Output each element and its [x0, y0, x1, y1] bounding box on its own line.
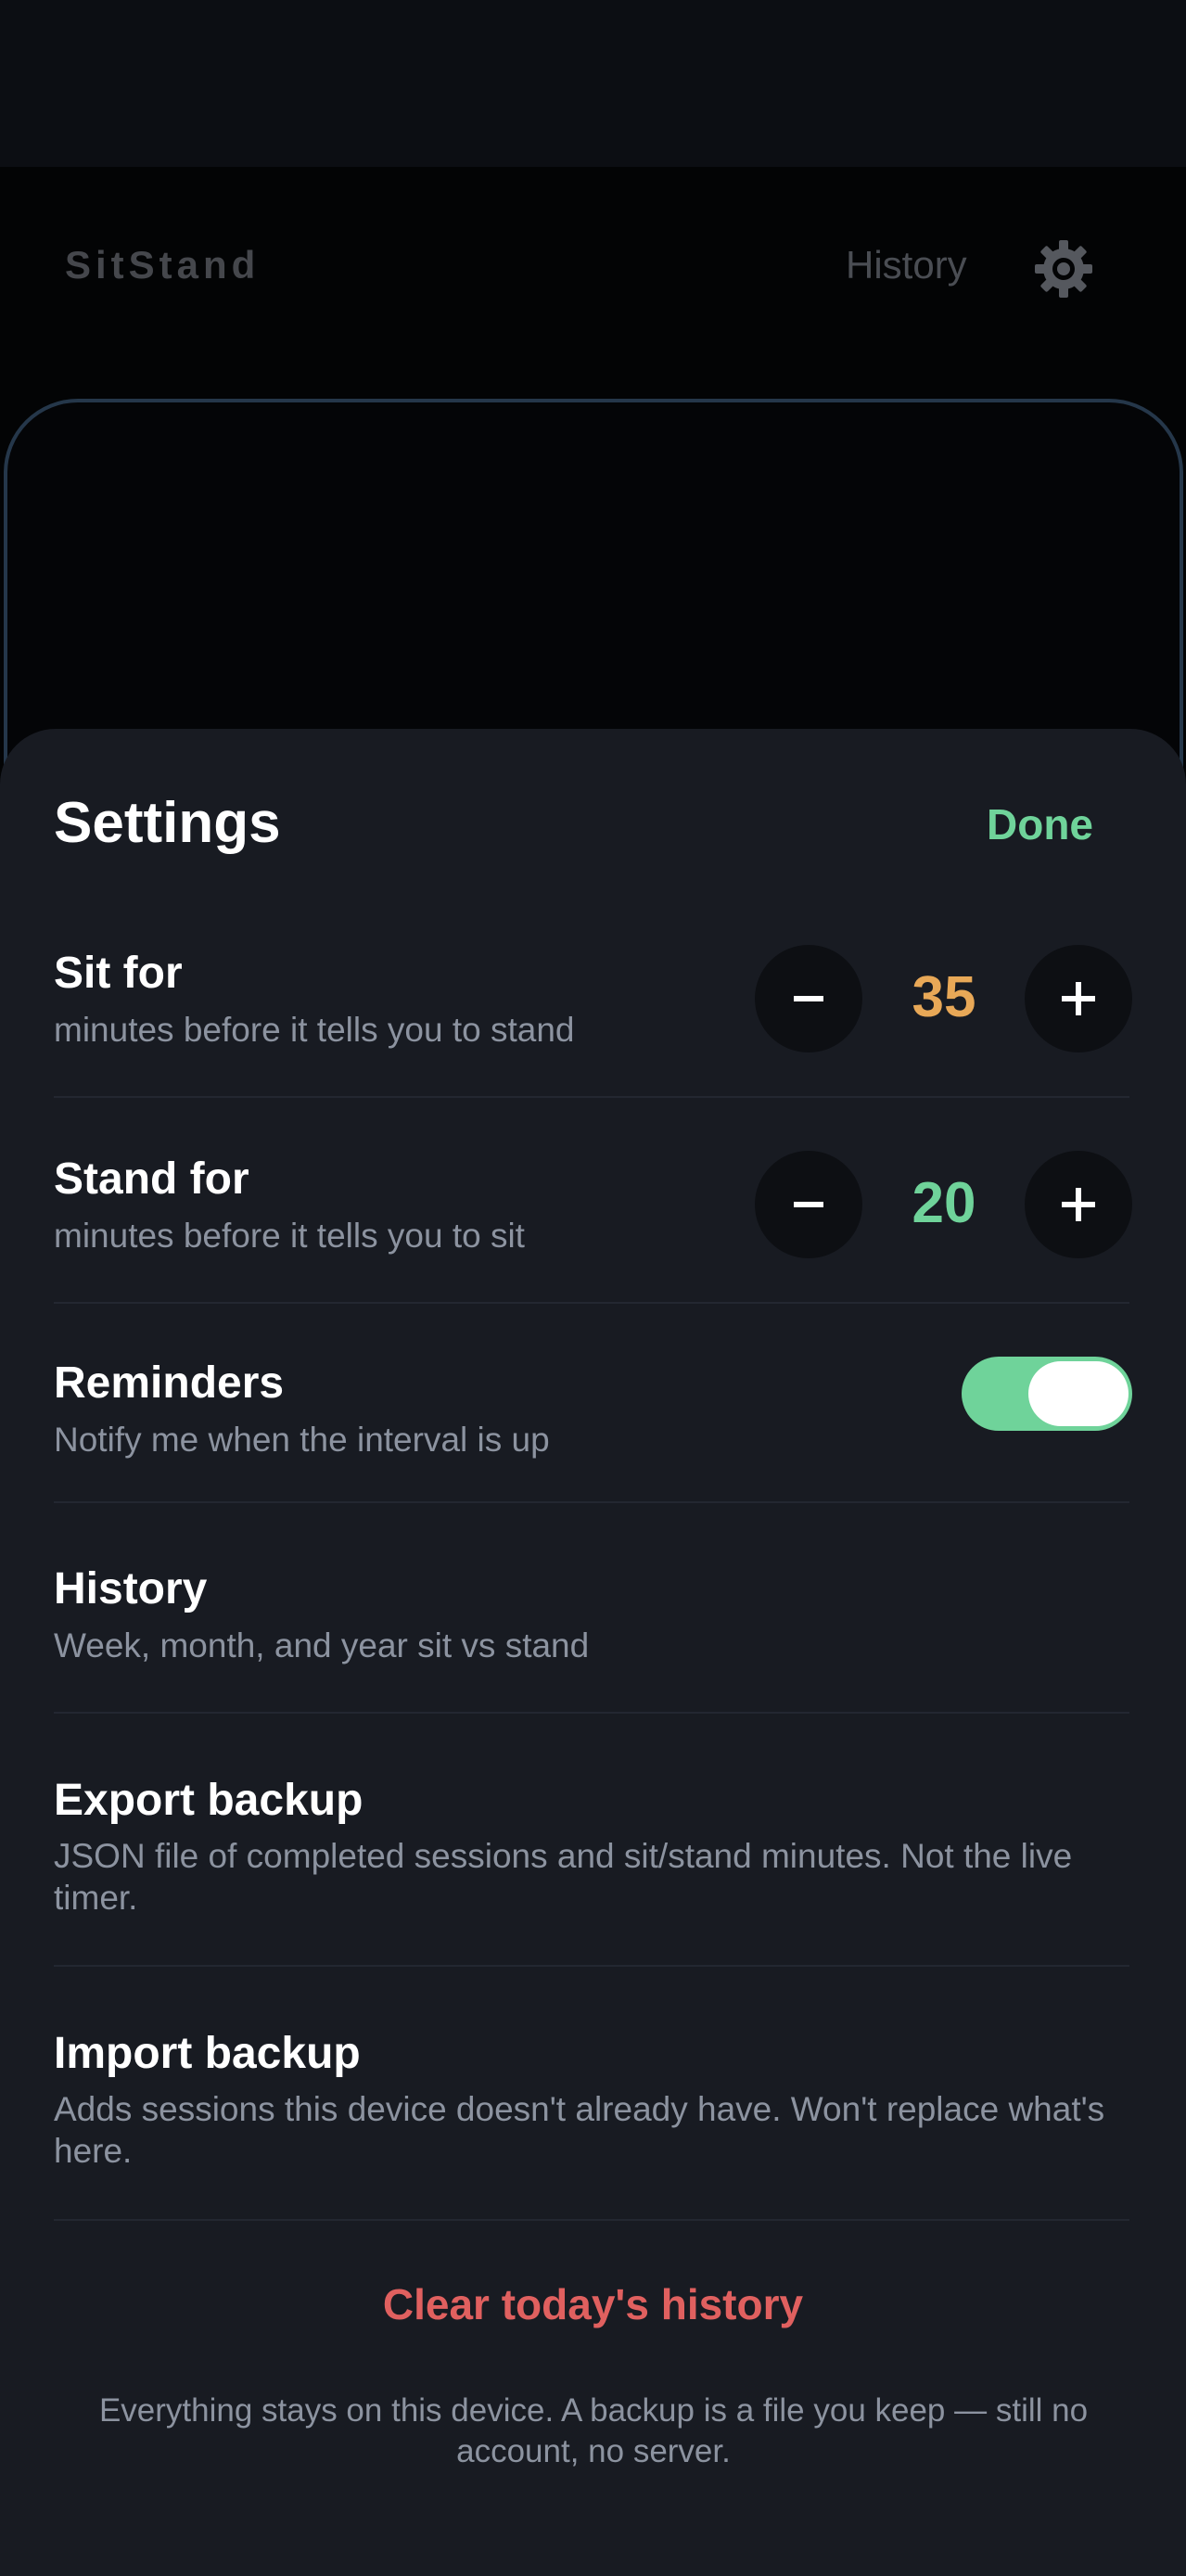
stand-decrement-button[interactable]	[755, 1151, 862, 1258]
stand-for-title: Stand for	[54, 1154, 249, 1204]
toggle-knob	[1028, 1361, 1129, 1426]
minus-icon	[794, 996, 823, 1001]
divider	[54, 1501, 1129, 1503]
export-backup-subtitle: JSON file of completed sessions and sit/…	[54, 1837, 1073, 1917]
divider	[54, 1965, 1129, 1967]
plus-icon	[1062, 982, 1095, 1015]
minus-icon	[794, 1202, 823, 1207]
history-title[interactable]: History	[54, 1563, 207, 1614]
clear-today-history-button[interactable]: Clear today's history	[0, 2279, 1186, 2329]
settings-title: Settings	[54, 791, 281, 855]
stand-minutes-value: 20	[912, 1171, 976, 1235]
done-button[interactable]: Done	[987, 799, 1093, 849]
reminders-subtitle: Notify me when the interval is up	[54, 1421, 550, 1459]
import-backup-title[interactable]: Import backup	[54, 2028, 361, 2079]
reminders-title: Reminders	[54, 1358, 285, 1408]
divider	[54, 2219, 1129, 2221]
divider	[54, 1302, 1129, 1304]
sit-decrement-button[interactable]	[755, 945, 862, 1052]
import-backup-subtitle: Adds sessions this device doesn't alread…	[54, 2090, 1105, 2170]
sit-increment-button[interactable]	[1025, 945, 1132, 1052]
app-brand: SitStand	[65, 243, 261, 287]
sit-minutes-value: 35	[912, 965, 976, 1029]
gear-icon[interactable]	[1031, 236, 1096, 301]
divider	[54, 1096, 1129, 1098]
divider	[54, 1712, 1129, 1714]
export-backup-title[interactable]: Export backup	[54, 1775, 363, 1826]
plus-icon	[1062, 1188, 1095, 1221]
sit-for-title: Sit for	[54, 949, 183, 998]
stand-increment-button[interactable]	[1025, 1151, 1132, 1258]
history-subtitle: Week, month, and year sit vs stand	[54, 1626, 590, 1664]
reminders-toggle[interactable]	[962, 1357, 1132, 1431]
status-bar-area	[0, 0, 1186, 167]
header-history-link[interactable]: History	[846, 243, 967, 287]
privacy-footer-note: Everything stays on this device. A backu…	[98, 2392, 1089, 2469]
